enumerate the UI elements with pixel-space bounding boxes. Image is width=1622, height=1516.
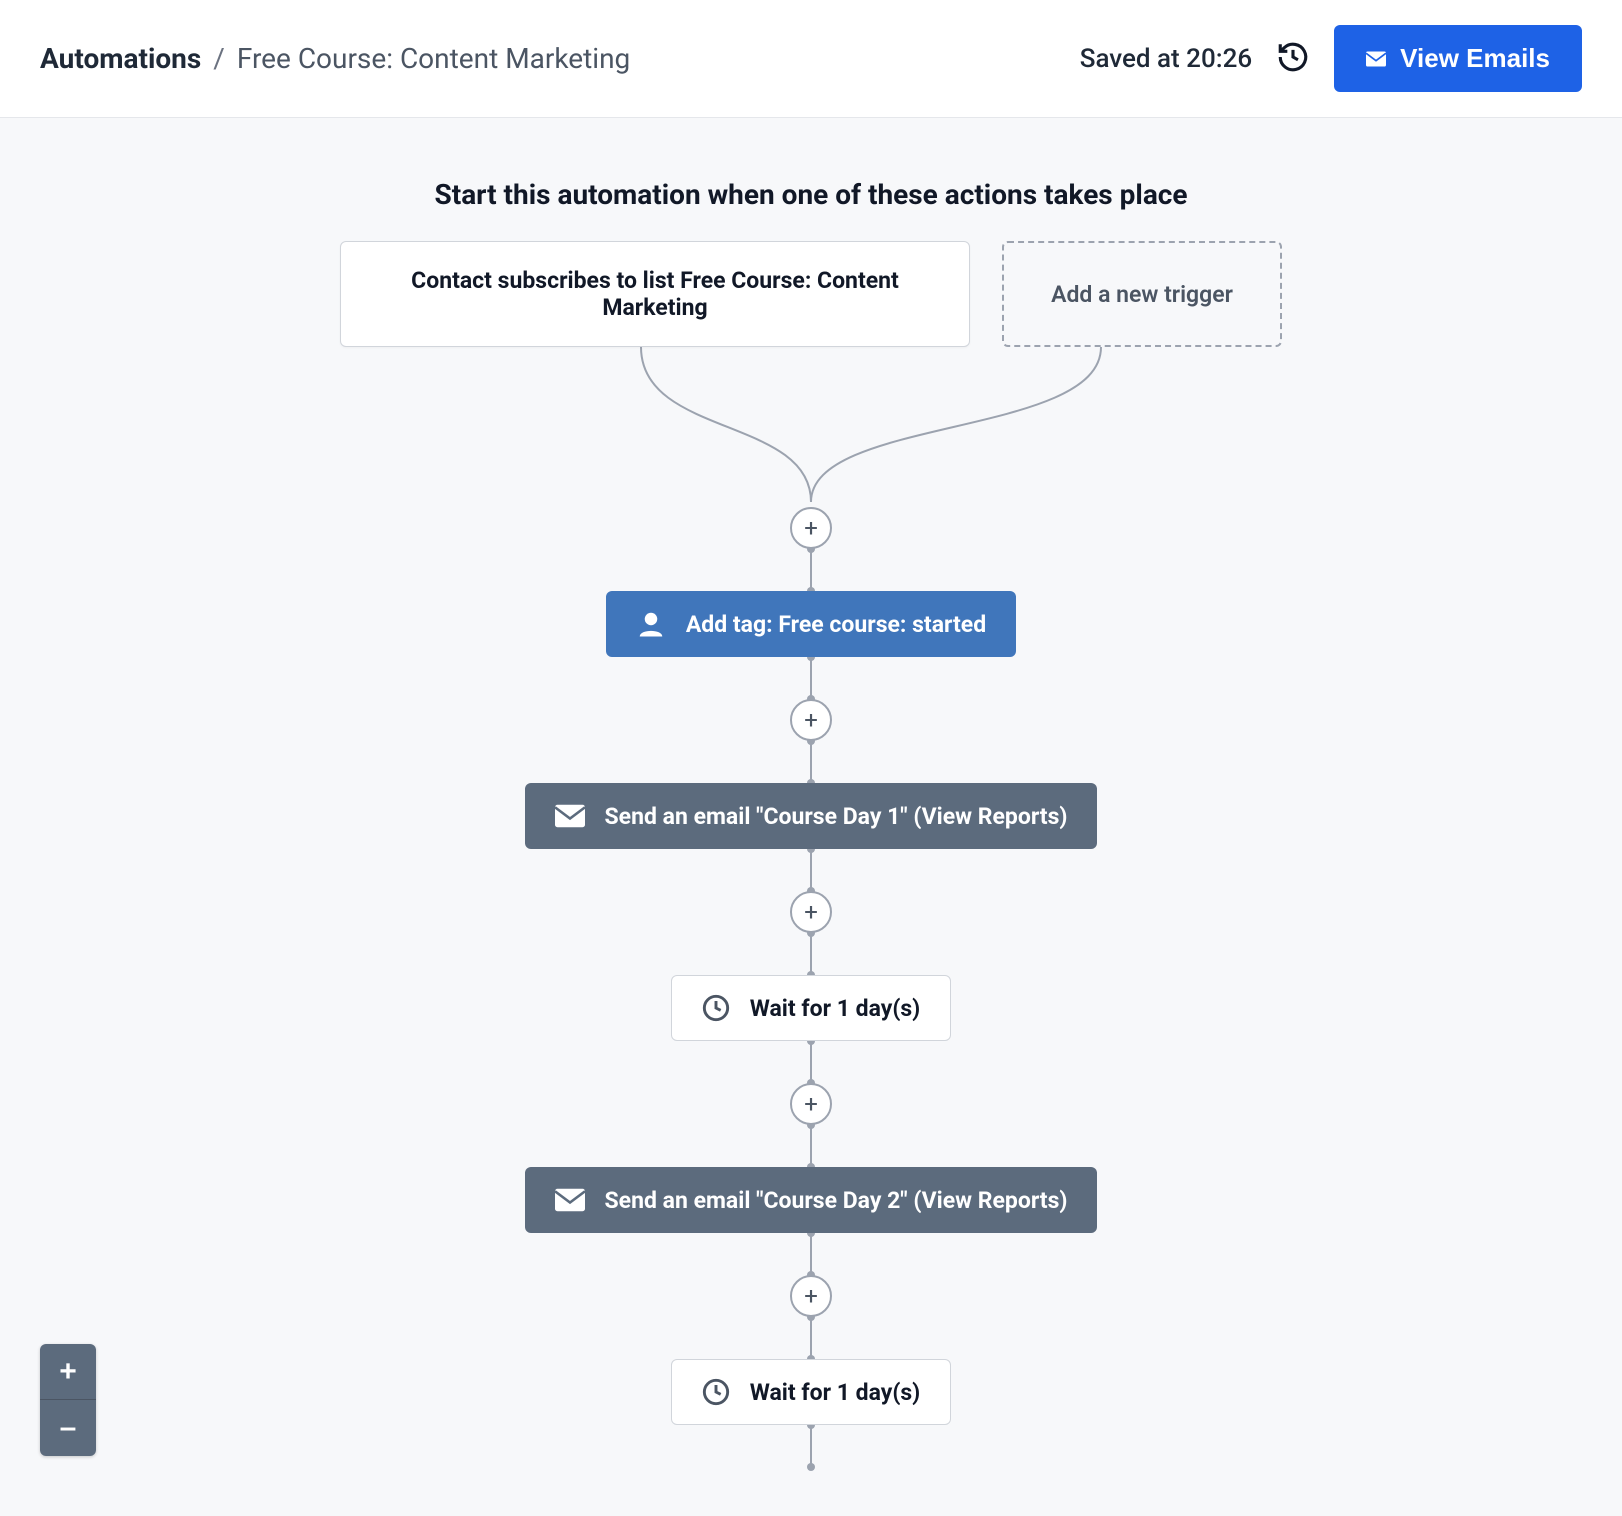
breadcrumb: Automations / Free Course: Content Marke… <box>40 42 630 75</box>
clock-icon <box>702 994 730 1022</box>
connector-line <box>810 549 812 591</box>
saved-status: Saved at 20:26 <box>1080 44 1252 74</box>
zoom-controls: + – <box>40 1344 96 1456</box>
step-send-email-1[interactable]: Send an email "Course Day 1" (View Repor… <box>525 783 1098 849</box>
add-step-button[interactable]: + <box>790 1083 832 1125</box>
step-label: Wait for 1 day(s) <box>750 1379 921 1406</box>
step-wait-1[interactable]: Wait for 1 day(s) <box>671 975 952 1041</box>
view-emails-label: View Emails <box>1400 43 1550 74</box>
step-label: Wait for 1 day(s) <box>750 995 921 1022</box>
connector-line <box>810 849 812 891</box>
connector-line <box>810 741 812 783</box>
connector-line <box>810 933 812 975</box>
start-heading: Start this automation when one of these … <box>0 178 1622 211</box>
view-emails-button[interactable]: View Emails <box>1334 25 1582 92</box>
trigger-connector <box>451 347 1171 507</box>
add-step-button[interactable]: + <box>790 699 832 741</box>
add-trigger-button[interactable]: Add a new trigger <box>1002 241 1282 347</box>
history-icon[interactable] <box>1276 40 1310 78</box>
zoom-out-button[interactable]: – <box>40 1400 96 1456</box>
add-step-button[interactable]: + <box>790 891 832 933</box>
breadcrumb-separator: / <box>213 42 225 75</box>
step-add-tag[interactable]: Add tag: Free course: started <box>606 591 1016 657</box>
add-step-button[interactable]: + <box>790 507 832 549</box>
user-icon <box>636 609 666 639</box>
zoom-in-button[interactable]: + <box>40 1344 96 1400</box>
step-send-email-2[interactable]: Send an email "Course Day 2" (View Repor… <box>525 1167 1098 1233</box>
trigger-card[interactable]: Contact subscribes to list Free Course: … <box>340 241 970 347</box>
clock-icon <box>702 1378 730 1406</box>
add-step-button[interactable]: + <box>790 1275 832 1317</box>
triggers-row: Contact subscribes to list Free Course: … <box>0 241 1622 347</box>
breadcrumb-current: Free Course: Content Marketing <box>237 42 630 75</box>
step-label: Add tag: Free course: started <box>686 611 986 638</box>
connector-line <box>810 1125 812 1167</box>
connector-line <box>810 657 812 699</box>
mail-icon <box>555 1185 585 1215</box>
header-bar: Automations / Free Course: Content Marke… <box>0 0 1622 118</box>
step-wait-2[interactable]: Wait for 1 day(s) <box>671 1359 952 1425</box>
step-label: Send an email "Course Day 2" (View Repor… <box>605 1187 1068 1214</box>
automation-canvas[interactable]: Start this automation when one of these … <box>0 118 1622 1516</box>
connector-line <box>810 1425 812 1467</box>
flow-column: + Add tag: Free course: started + Send a… <box>0 347 1622 1467</box>
header-right: Saved at 20:26 View Emails <box>1080 25 1582 92</box>
connector-line <box>810 1233 812 1275</box>
mail-icon <box>1366 43 1386 74</box>
connector-line <box>810 1041 812 1083</box>
connector-line <box>810 1317 812 1359</box>
breadcrumb-root[interactable]: Automations <box>40 42 201 75</box>
mail-icon <box>555 801 585 831</box>
step-label: Send an email "Course Day 1" (View Repor… <box>605 803 1068 830</box>
